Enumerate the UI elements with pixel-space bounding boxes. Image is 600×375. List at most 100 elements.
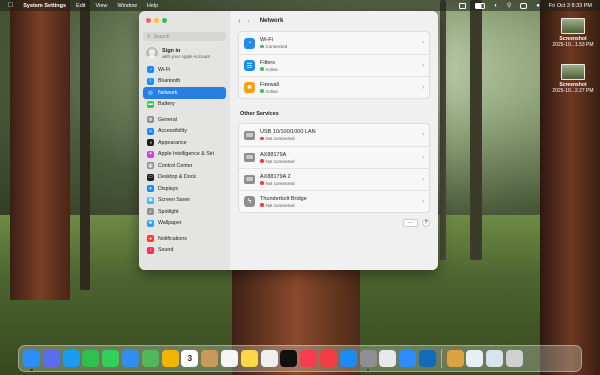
service-labels: Wi-Fi Connected bbox=[260, 37, 287, 49]
signin-subtitle: with your Apple Account bbox=[162, 53, 210, 59]
apple-account-signin[interactable]: Sign in with your Apple Account bbox=[143, 47, 226, 59]
safari-icon[interactable] bbox=[62, 350, 80, 367]
sidebar: ⚲ Search Sign in with your Apple Account… bbox=[139, 11, 230, 270]
wifi-icon: ◔ bbox=[244, 37, 255, 49]
bell-icon: ● bbox=[147, 235, 154, 243]
filter-icon: ☰ bbox=[244, 60, 255, 71]
more-actions-button[interactable]: ··· bbox=[403, 219, 418, 227]
sidebar-item-notifications[interactable]: ● Notifications bbox=[143, 233, 226, 245]
status-dot-icon bbox=[260, 89, 264, 93]
music-icon[interactable] bbox=[300, 350, 318, 367]
service-row[interactable]: ◔ Wi-Fi Connected › bbox=[239, 32, 429, 54]
chevron-right-icon: › bbox=[422, 40, 424, 46]
status-dot-icon bbox=[260, 136, 264, 141]
finder-icon[interactable] bbox=[23, 350, 40, 371]
sidebar-item-accessibility[interactable]: ☺ Accessibility bbox=[143, 126, 226, 138]
service-row[interactable]: AX88179A 2 Not connected › bbox=[239, 168, 429, 190]
search-field[interactable]: ⚲ Search bbox=[143, 32, 226, 41]
contacts-icon[interactable] bbox=[201, 350, 219, 367]
main-content: ‹ › Network ◔ Wi-Fi Connected › ☰ Filters Acti… bbox=[230, 11, 438, 270]
siri-icon[interactable]: ● bbox=[536, 3, 540, 9]
menu-window[interactable]: Window bbox=[117, 3, 137, 9]
chevron-right-icon: › bbox=[422, 62, 424, 69]
status-dot-icon bbox=[260, 67, 264, 71]
service-row[interactable]: ■ Firewall Active › bbox=[239, 76, 429, 98]
service-row[interactable]: ϟ Thunderbolt Bridge Not connected › bbox=[239, 190, 429, 212]
appstore-icon[interactable] bbox=[339, 350, 357, 367]
desktop-file-screenshot-1[interactable]: Screenshot 2025-10...1.53 PM bbox=[549, 18, 597, 48]
apple-menu-icon[interactable]:  bbox=[8, 2, 13, 9]
downloads-icon[interactable] bbox=[446, 350, 464, 367]
sidebar-item-displays[interactable]: ☀ Displays bbox=[143, 183, 226, 195]
stack-icon[interactable] bbox=[466, 350, 484, 367]
sidebar-item-general[interactable]: ⚙ General bbox=[143, 114, 226, 126]
service-status: Not connected bbox=[260, 203, 307, 208]
sidebar-item-label: Accessibility bbox=[158, 128, 187, 135]
sidebar-item-screen-saver[interactable]: ▣ Screen Saver bbox=[143, 195, 226, 207]
sidebar-item-apple-intelligence-siri[interactable]: ✦ Apple Intelligence & Siri bbox=[143, 149, 226, 161]
sidebar-item-network[interactable]: ◎ Network bbox=[143, 87, 226, 99]
forward-chevron-icon[interactable]: › bbox=[247, 18, 249, 25]
service-row[interactable]: AX88179A Not connected › bbox=[239, 146, 429, 168]
sidebar-item-sound[interactable]: ♪ Sound bbox=[143, 245, 226, 257]
dock: 3 bbox=[18, 345, 582, 372]
sidebar-item-label: Bluetooth bbox=[158, 78, 181, 85]
service-row[interactable]: ☰ Filters Active › bbox=[239, 54, 429, 76]
service-name: Wi-Fi bbox=[260, 37, 273, 43]
sidebar-item-label: Screen Saver bbox=[158, 197, 191, 204]
sidebar-item-appearance[interactable]: ◑ Appearance bbox=[143, 137, 226, 149]
photos-icon[interactable] bbox=[161, 350, 179, 367]
desktop-file-screenshot-2[interactable]: Screenshot 2025-10...2.27 PM bbox=[549, 64, 597, 94]
settings-icon[interactable] bbox=[359, 350, 377, 371]
freeform-icon[interactable] bbox=[260, 350, 278, 367]
launchpad-icon[interactable] bbox=[42, 350, 60, 367]
messages-icon[interactable] bbox=[102, 350, 120, 367]
notes-icon[interactable] bbox=[240, 350, 258, 367]
sidebar-group: ◔ Wi-Fi ᛒ Bluetooth ◎ Network ▬ Battery bbox=[143, 64, 226, 110]
mail-icon[interactable] bbox=[121, 350, 139, 367]
battery-icon[interactable] bbox=[475, 2, 486, 9]
sidebar-item-wallpaper[interactable]: ❀ Wallpaper bbox=[143, 218, 226, 230]
clock[interactable]: Fri Oct 3 8:33 PM bbox=[549, 3, 592, 9]
maps-icon[interactable] bbox=[141, 350, 159, 367]
screen-mirroring-icon[interactable] bbox=[459, 2, 467, 9]
reminders-icon[interactable] bbox=[220, 350, 238, 367]
zoom-button[interactable] bbox=[162, 18, 167, 23]
tv-icon[interactable] bbox=[280, 350, 298, 367]
service-status: Not connected bbox=[260, 136, 316, 141]
outlook-icon[interactable] bbox=[418, 350, 436, 367]
sidebar-item-bluetooth[interactable]: ᛒ Bluetooth bbox=[143, 76, 226, 88]
sidebar-item-wi-fi[interactable]: ◔ Wi-Fi bbox=[143, 64, 226, 76]
facetime-icon[interactable] bbox=[82, 350, 100, 367]
sidebar-item-label: Notifications bbox=[158, 235, 187, 242]
sidebar-item-label: Apple Intelligence & Siri bbox=[158, 151, 214, 158]
menu-help[interactable]: Help bbox=[147, 3, 158, 9]
app-menu[interactable]: System Settings bbox=[23, 3, 66, 9]
preview-icon[interactable] bbox=[379, 350, 397, 367]
menu-edit[interactable]: Edit bbox=[76, 3, 85, 9]
service-status-text: Active bbox=[265, 88, 278, 94]
bluetooth-icon: ᛒ bbox=[147, 77, 154, 85]
search-icon[interactable]: ⚲ bbox=[507, 2, 511, 9]
calendar-icon[interactable]: 3 bbox=[181, 350, 199, 367]
wifi-icon[interactable]: ◐ bbox=[494, 3, 498, 9]
sidebar-item-battery[interactable]: ▬ Battery bbox=[143, 99, 226, 111]
thunderbolt-icon: ϟ bbox=[244, 196, 255, 207]
service-row[interactable]: USB 10/100/1000 LAN Not connected › bbox=[239, 124, 429, 146]
zoom-icon[interactable] bbox=[399, 350, 417, 367]
minimize-button[interactable] bbox=[154, 18, 159, 23]
sidebar-item-desktop-dock[interactable]: ▭ Desktop & Dock bbox=[143, 172, 226, 184]
status-dot-icon bbox=[260, 203, 264, 207]
control-center-icon[interactable] bbox=[520, 2, 528, 9]
trash-icon[interactable] bbox=[505, 350, 523, 367]
menu-view[interactable]: View bbox=[96, 3, 108, 9]
close-button[interactable] bbox=[146, 18, 151, 23]
service-status-text: Not connected bbox=[265, 180, 295, 186]
documents-icon[interactable] bbox=[486, 350, 504, 367]
help-button[interactable]: ? bbox=[422, 219, 430, 227]
chevron-right-icon: › bbox=[422, 84, 424, 91]
sidebar-item-control-center[interactable]: ▦ Control Center bbox=[143, 160, 226, 172]
sidebar-item-spotlight[interactable]: ⌕ Spotlight bbox=[143, 206, 226, 218]
news-icon[interactable] bbox=[319, 350, 337, 367]
back-chevron-icon[interactable]: ‹ bbox=[238, 18, 240, 25]
